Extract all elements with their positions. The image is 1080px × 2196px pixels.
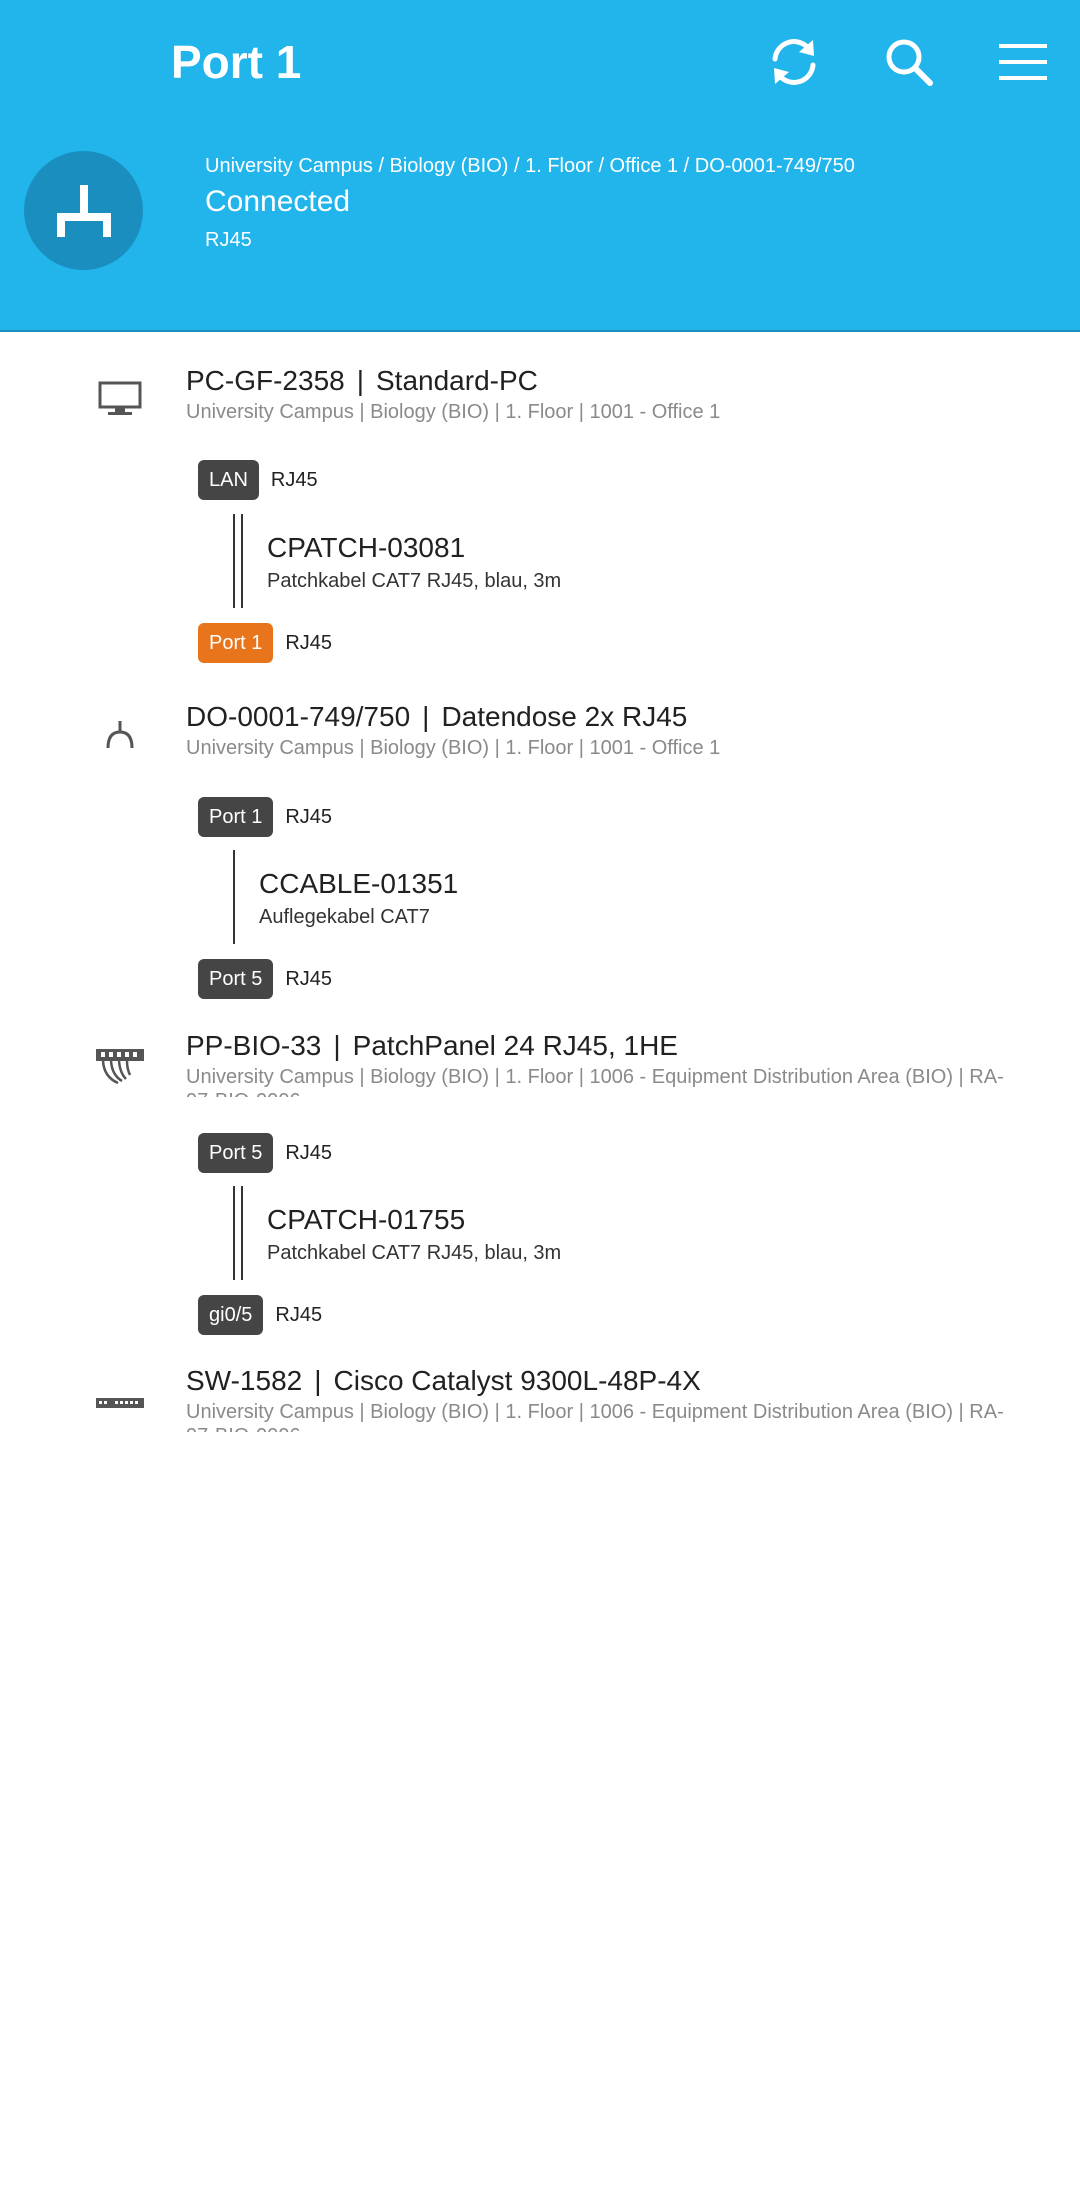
port-connector: RJ45: [285, 631, 333, 654]
port-connector: RJ45: [285, 967, 333, 990]
port-connector: RJ45: [270, 468, 318, 491]
port-row[interactable]: Port 1 RJ45: [198, 796, 332, 838]
active-port-badge: Port 1: [198, 623, 274, 663]
wall-outlet-icon: [90, 710, 150, 760]
title-separator: |: [422, 701, 430, 732]
device-name: PP-BIO-33: [186, 1030, 322, 1061]
device-location: University Campus | Biology (BIO) | 1. F…: [186, 1401, 1004, 1432]
patch-panel-icon: [90, 1042, 150, 1092]
breadcrumb: University Campus / Biology (BIO) / 1. F…: [205, 155, 855, 177]
port-badge: gi0/5: [198, 1295, 264, 1335]
device-type: Datendose 2x RJ45: [441, 701, 688, 732]
device-row[interactable]: DO-0001-749/750 | Datendose 2x RJ45 Univer…: [0, 698, 1080, 778]
connection-status: Connected: [205, 185, 351, 218]
device-row[interactable]: PC-GF-2358 | Standard-PC University Campus…: [0, 362, 1080, 442]
port-row[interactable]: Port 1 RJ45: [198, 622, 332, 664]
connector-type: RJ45: [205, 229, 252, 251]
port-connector: RJ45: [285, 1141, 333, 1164]
refresh-icon: [772, 39, 816, 85]
cable-description: Patchkabel CAT7 RJ45, blau, 3m: [267, 570, 562, 592]
port-connector: RJ45: [275, 1303, 323, 1326]
network-port-icon: [56, 184, 111, 237]
device-location: University Campus | Biology (BIO) | 1. F…: [186, 737, 721, 759]
device-location: University Campus | Biology (BIO) | 1. F…: [186, 401, 721, 423]
port-badge: LAN: [198, 460, 259, 500]
menu-icon: [999, 44, 1047, 80]
cable-name[interactable]: CPATCH-03081: [267, 530, 465, 566]
port-row[interactable]: gi0/5 RJ45: [198, 1294, 322, 1336]
cable-name[interactable]: CCABLE-01351: [259, 866, 458, 902]
refresh-button[interactable]: [756, 24, 832, 100]
cable-line: [233, 1186, 245, 1280]
device-title: PC-GF-2358 | Standard-PC: [186, 362, 538, 400]
device-name: PC-GF-2358: [186, 365, 345, 396]
menu-button[interactable]: [985, 24, 1061, 100]
port-badge: Port 1: [198, 797, 274, 837]
network-switch-icon: [90, 1378, 150, 1428]
cable-description: Patchkabel CAT7 RJ45, blau, 3m: [267, 1242, 562, 1264]
device-type: PatchPanel 24 RJ45, 1HE: [352, 1030, 678, 1061]
page-title: Port 1: [171, 36, 302, 88]
port-row[interactable]: Port 5 RJ45: [198, 958, 332, 1000]
device-type: Standard-PC: [376, 365, 538, 396]
title-separator: |: [356, 365, 364, 396]
port-connector: RJ45: [285, 805, 333, 828]
port-row[interactable]: LAN RJ45: [198, 459, 318, 501]
search-button[interactable]: [871, 24, 947, 100]
device-row[interactable]: SW-1582 | Cisco Catalyst 9300L-48P-4X Univ…: [0, 1362, 1080, 1442]
device-name: SW-1582: [186, 1365, 303, 1396]
device-name: DO-0001-749/750: [186, 701, 411, 732]
device-type: Cisco Catalyst 9300L-48P-4X: [333, 1365, 701, 1396]
device-title: SW-1582 | Cisco Catalyst 9300L-48P-4X: [186, 1362, 701, 1400]
title-separator: |: [314, 1365, 322, 1396]
device-title: DO-0001-749/750 | Datendose 2x RJ45: [186, 698, 687, 736]
app-bar: Port 1 University Campus / Biology (BIO): [0, 0, 1080, 332]
computer-monitor-icon: [90, 374, 150, 424]
search-icon: [886, 39, 933, 86]
device-location: University Campus | Biology (BIO) | 1. F…: [186, 1066, 1004, 1097]
device-row[interactable]: PP-BIO-33 | PatchPanel 24 RJ45, 1HE Univer…: [0, 1027, 1080, 1107]
cable-description: Auflegekabel CAT7: [259, 906, 430, 928]
port-avatar: [24, 151, 143, 270]
port-row[interactable]: Port 5 RJ45: [198, 1132, 332, 1174]
cable-name[interactable]: CPATCH-01755: [267, 1202, 465, 1238]
port-badge: Port 5: [198, 959, 274, 999]
cable-line: [233, 514, 245, 608]
device-title: PP-BIO-33 | PatchPanel 24 RJ45, 1HE: [186, 1027, 678, 1065]
cable-line: [233, 850, 245, 944]
port-badge: Port 5: [198, 1133, 274, 1173]
title-separator: |: [333, 1030, 341, 1061]
